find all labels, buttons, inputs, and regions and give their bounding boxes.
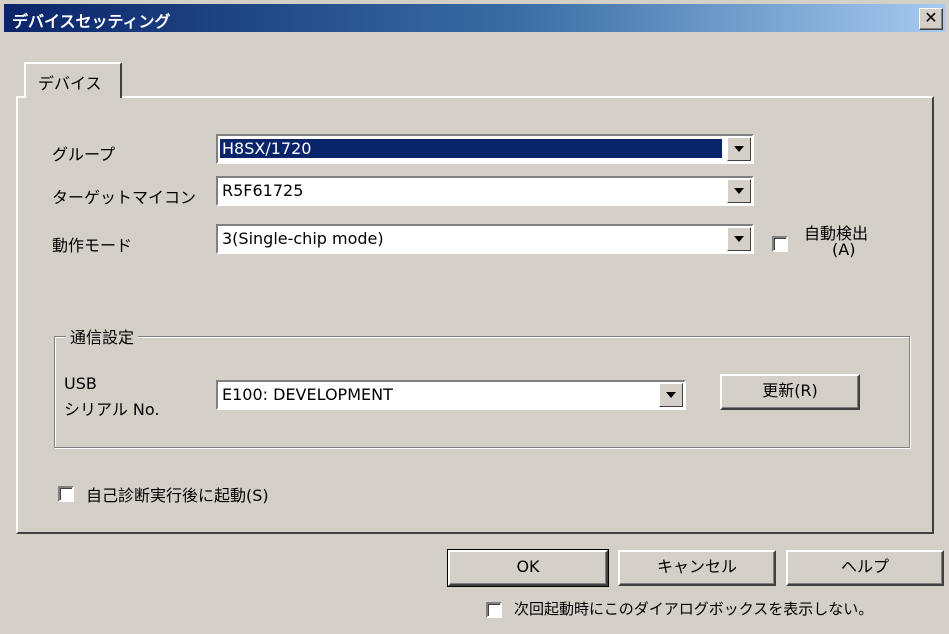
target-mcu-select[interactable]: R5F61725 <box>216 176 754 206</box>
refresh-button[interactable]: 更新(R) <box>720 374 860 410</box>
tab-device[interactable]: デバイス <box>24 62 122 98</box>
ok-button[interactable]: OK <box>447 549 609 587</box>
chevron-down-icon[interactable] <box>727 227 751 251</box>
dont-show-again-checkbox[interactable] <box>486 602 502 618</box>
usb-serial-select[interactable]: E100: DEVELOPMENT <box>216 380 686 410</box>
help-button-label: ヘルプ <box>840 557 889 576</box>
chevron-down-icon[interactable] <box>727 137 751 161</box>
title-bar[interactable]: デバイスセッティング ✕ <box>4 4 945 32</box>
self-diagnostic-checkbox[interactable] <box>58 486 74 502</box>
usb-serial-label: シリアル No. <box>64 400 160 419</box>
help-button[interactable]: ヘルプ <box>786 550 944 586</box>
close-button[interactable]: ✕ <box>919 8 943 30</box>
operating-mode-select[interactable]: 3(Single-chip mode) <box>216 224 754 254</box>
ok-button-label: OK <box>516 557 540 576</box>
comm-settings-title: 通信設定 <box>66 324 139 348</box>
operating-mode-label: 動作モード <box>52 236 133 255</box>
target-mcu-select-value: R5F61725 <box>222 181 304 200</box>
device-settings-dialog: デバイスセッティング ✕ デバイス グループ H8SX/1720 ターゲットマイ… <box>0 0 949 634</box>
cancel-button[interactable]: キャンセル <box>618 550 776 586</box>
close-icon: ✕ <box>924 8 938 27</box>
usb-serial-select-value: E100: DEVELOPMENT <box>222 385 393 404</box>
auto-detect-shortcut: (A) <box>832 240 856 259</box>
self-diagnostic-label[interactable]: 自己診断実行後に起動(S) <box>86 482 269 506</box>
auto-detect-checkbox[interactable] <box>772 236 788 252</box>
tab-device-label: デバイス <box>38 74 102 93</box>
group-select[interactable]: H8SX/1720 <box>216 134 754 164</box>
target-mcu-label: ターゲットマイコン <box>52 188 197 207</box>
group-select-value: H8SX/1720 <box>220 139 722 158</box>
chevron-down-icon[interactable] <box>659 383 683 407</box>
group-label: グループ <box>52 145 116 164</box>
dont-show-again-label[interactable]: 次回起動時にこのダイアログボックスを表示しない。 <box>514 598 873 619</box>
window-title: デバイスセッティング <box>12 12 171 31</box>
cancel-button-label: キャンセル <box>656 557 737 576</box>
refresh-button-label: 更新(R) <box>762 381 818 400</box>
chevron-down-icon[interactable] <box>727 179 751 203</box>
usb-label: USB <box>64 374 97 393</box>
operating-mode-select-value: 3(Single-chip mode) <box>222 229 384 248</box>
